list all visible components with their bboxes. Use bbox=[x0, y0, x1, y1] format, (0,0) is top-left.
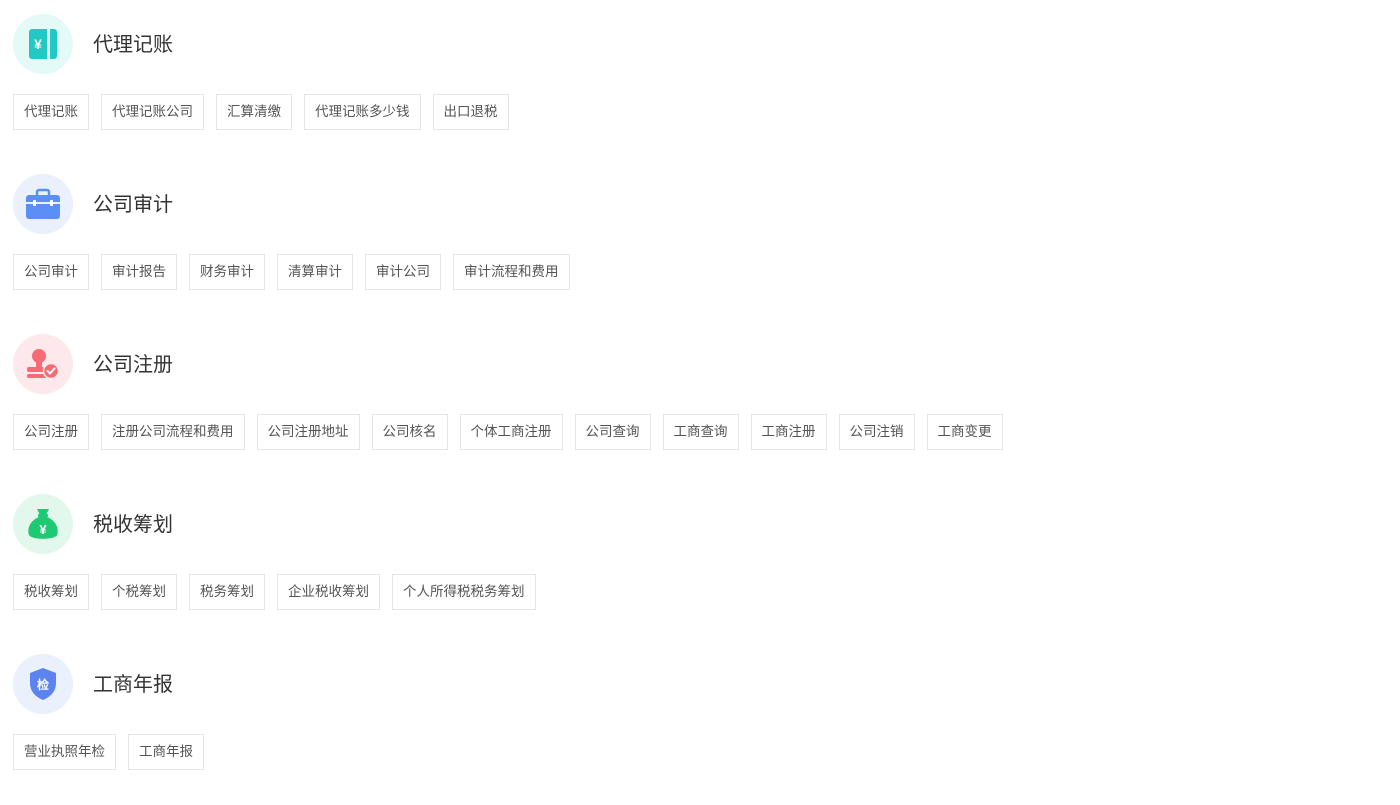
tag-link[interactable]: 审计流程和费用 bbox=[453, 254, 570, 290]
icon-circle bbox=[13, 334, 73, 394]
icon-circle bbox=[13, 174, 73, 234]
tag-link[interactable]: 财务审计 bbox=[189, 254, 265, 290]
icon-circle: ¥ bbox=[13, 494, 73, 554]
tag-link[interactable]: 公司查询 bbox=[574, 414, 651, 450]
tag-link[interactable]: 税务筹划 bbox=[189, 574, 265, 610]
tag-link[interactable]: 工商注册 bbox=[750, 414, 827, 450]
section-title: 公司注册 bbox=[93, 352, 173, 376]
section-header: 公司注册 bbox=[13, 334, 1373, 394]
section-audit: 公司审计 公司审计 审计报告 财务审计 清算审计 审计公司 审计流程和费用 bbox=[13, 174, 1373, 290]
tag-link[interactable]: 审计报告 bbox=[101, 254, 177, 290]
tag-link[interactable]: 税收筹划 bbox=[13, 574, 89, 610]
tag-link[interactable]: 工商变更 bbox=[926, 414, 1003, 450]
tag-link[interactable]: 公司注册地址 bbox=[256, 414, 360, 450]
tag-list: 代理记账 代理记账公司 汇算清缴 代理记账多少钱 出口退税 bbox=[13, 94, 1373, 130]
tag-link[interactable]: 审计公司 bbox=[365, 254, 441, 290]
tag-link[interactable]: 公司注册 bbox=[13, 414, 89, 450]
section-bookkeeping: ¥ 代理记账 代理记账 代理记账公司 汇算清缴 代理记账多少钱 出口退税 bbox=[13, 14, 1373, 130]
briefcase-icon bbox=[26, 188, 60, 219]
tag-link[interactable]: 个税筹划 bbox=[101, 574, 177, 610]
tag-link[interactable]: 个人所得税税务筹划 bbox=[392, 574, 536, 610]
tag-link[interactable]: 汇算清缴 bbox=[216, 94, 292, 130]
ledger-yuan-icon: ¥ bbox=[29, 29, 57, 59]
tag-link[interactable]: 公司审计 bbox=[13, 254, 89, 290]
tag-link[interactable]: 工商年报 bbox=[128, 734, 204, 770]
tag-link[interactable]: 企业税收筹划 bbox=[277, 574, 380, 610]
tag-link[interactable]: 公司核名 bbox=[371, 414, 448, 450]
tag-link[interactable]: 营业执照年检 bbox=[13, 734, 116, 770]
section-title: 代理记账 bbox=[93, 32, 173, 56]
money-bag-icon: ¥ bbox=[28, 509, 58, 539]
tag-link[interactable]: 工商查询 bbox=[662, 414, 739, 450]
tag-link[interactable]: 代理记账公司 bbox=[101, 94, 204, 130]
service-categories-page: ¥ 代理记账 代理记账 代理记账公司 汇算清缴 代理记账多少钱 出口退税 公司审… bbox=[0, 0, 1400, 805]
section-title: 税收筹划 bbox=[93, 512, 173, 536]
tag-list: 公司注册 注册公司流程和费用 公司注册地址 公司核名 个体工商注册 公司查询 工… bbox=[13, 414, 1373, 450]
tag-link[interactable]: 代理记账多少钱 bbox=[304, 94, 421, 130]
section-title: 公司审计 bbox=[93, 192, 173, 216]
svg-text:¥: ¥ bbox=[39, 522, 47, 537]
tag-list: 税收筹划 个税筹划 税务筹划 企业税收筹划 个人所得税税务筹划 bbox=[13, 574, 1373, 610]
tag-link[interactable]: 个体工商注册 bbox=[459, 414, 563, 450]
icon-circle: 检 bbox=[13, 654, 73, 714]
section-title: 工商年报 bbox=[93, 672, 173, 696]
svg-text:¥: ¥ bbox=[34, 36, 42, 52]
section-registration: 公司注册 公司注册 注册公司流程和费用 公司注册地址 公司核名 个体工商注册 公… bbox=[13, 334, 1373, 450]
tag-link[interactable]: 出口退税 bbox=[432, 94, 509, 130]
section-header: ¥ 税收筹划 bbox=[13, 494, 1373, 554]
tag-link[interactable]: 清算审计 bbox=[277, 254, 353, 290]
tag-link[interactable]: 代理记账 bbox=[13, 94, 89, 130]
shield-badge-text: 检 bbox=[37, 677, 49, 692]
tag-list: 营业执照年检 工商年报 bbox=[13, 734, 1373, 770]
section-tax-planning: ¥ 税收筹划 税收筹划 个税筹划 税务筹划 企业税收筹划 个人所得税税务筹划 bbox=[13, 494, 1373, 610]
section-header: 检 工商年报 bbox=[13, 654, 1373, 714]
section-annual-report: 检 工商年报 营业执照年检 工商年报 bbox=[13, 654, 1373, 770]
shield-inspect-icon: 检 bbox=[30, 668, 56, 700]
section-header: ¥ 代理记账 bbox=[13, 14, 1373, 74]
icon-circle: ¥ bbox=[13, 14, 73, 74]
tag-link[interactable]: 公司注销 bbox=[838, 414, 915, 450]
tag-list: 公司审计 审计报告 财务审计 清算审计 审计公司 审计流程和费用 bbox=[13, 254, 1373, 290]
section-header: 公司审计 bbox=[13, 174, 1373, 234]
stamp-check-icon bbox=[27, 349, 60, 380]
tag-link[interactable]: 注册公司流程和费用 bbox=[101, 414, 245, 450]
